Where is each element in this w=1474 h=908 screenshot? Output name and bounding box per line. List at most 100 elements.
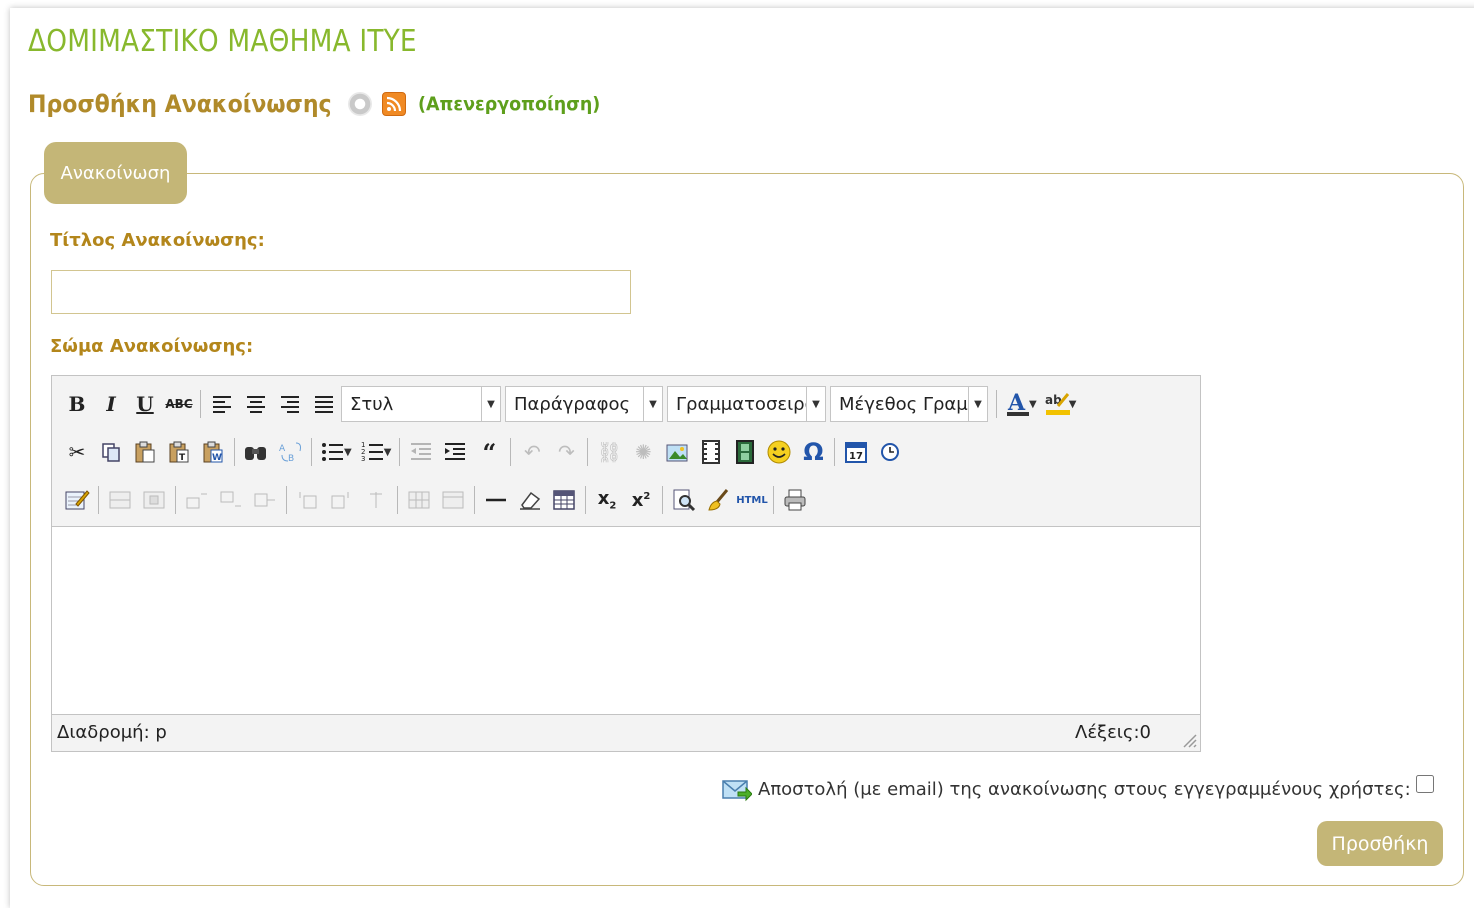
email-notify-label: Αποστολή (με email) της ανακοίνωσης στου… <box>758 778 1411 800</box>
format-select-value: Παράγραφος <box>514 393 631 415</box>
svg-text:A: A <box>279 444 286 454</box>
insert-time-icon[interactable] <box>873 436 907 468</box>
outdent-icon[interactable] <box>404 436 438 468</box>
title-input[interactable] <box>51 270 631 314</box>
align-center-icon[interactable] <box>239 388 273 420</box>
insert-date-icon[interactable]: 17 <box>839 436 873 468</box>
emoticon-icon[interactable] <box>762 436 796 468</box>
undo-icon[interactable]: ↶ <box>515 436 549 468</box>
insert-row-after-icon[interactable] <box>214 484 248 516</box>
chevron-down-icon: ▼ <box>643 387 662 421</box>
align-left-icon[interactable] <box>205 388 239 420</box>
chevron-down-icon: ▼ <box>481 387 500 421</box>
resize-grip-icon[interactable] <box>1180 731 1198 749</box>
toolbar-separator <box>98 486 99 514</box>
send-email-icon <box>722 780 752 802</box>
toolbar-separator <box>773 486 774 514</box>
paste-icon[interactable] <box>128 436 162 468</box>
link-icon[interactable]: ⛓ <box>592 436 626 468</box>
subscript-icon[interactable]: x2 <box>590 484 624 516</box>
course-title: ΔΟΜΙΜΑΣΤΙΚΟ ΜΑΘΗΜΑ ΙΤΥΕ <box>28 24 417 59</box>
toolbar-row-3: x2 x2 HTML <box>60 480 812 520</box>
email-notify-row: Αποστολή (με email) της ανακοίνωσης στου… <box>722 776 1411 802</box>
underline-icon[interactable]: U <box>128 388 162 420</box>
merge-cells-icon[interactable] <box>436 484 470 516</box>
chevron-down-icon[interactable]: ▼ <box>384 447 392 458</box>
media-icon[interactable] <box>694 436 728 468</box>
insert-table-icon[interactable] <box>547 484 581 516</box>
toolbar-separator <box>175 486 176 514</box>
toolbar-separator <box>662 486 663 514</box>
format-select[interactable]: Παράγραφος ▼ <box>505 386 663 422</box>
editor-word-count: Λέξεις:0 <box>1075 722 1151 743</box>
cut-icon[interactable]: ✂ <box>60 436 94 468</box>
body-label: Σώμα Ανακοίνωσης: <box>50 336 254 357</box>
chevron-down-icon[interactable]: ▼ <box>1029 399 1037 410</box>
toolbar-separator <box>834 438 836 466</box>
chevron-down-icon: ▼ <box>968 387 987 421</box>
replace-icon[interactable]: AB <box>273 436 307 468</box>
find-icon[interactable] <box>239 436 273 468</box>
special-character-icon[interactable]: Ω <box>796 436 830 468</box>
insert-col-after-icon[interactable] <box>325 484 359 516</box>
split-cells-icon[interactable] <box>402 484 436 516</box>
superscript-icon[interactable]: x2 <box>624 484 658 516</box>
align-right-icon[interactable] <box>273 388 307 420</box>
add-announcement-button[interactable]: Προσθήκη <box>1317 821 1443 866</box>
page-title: Προσθήκη Ανακοίνωσης <box>28 90 332 118</box>
toolbar-separator <box>587 438 589 466</box>
paste-text-icon[interactable]: T <box>162 436 196 468</box>
toolbar-row-1: B I U ABC Στυλ ▼ Παράγραφος ▼ Γραμματοσε… <box>60 384 1080 424</box>
font-size-select-value: Μέγεθος Γραμματοσειράς <box>839 393 968 415</box>
copy-icon[interactable] <box>94 436 128 468</box>
eraser-icon[interactable] <box>513 484 547 516</box>
preview-icon[interactable] <box>667 484 701 516</box>
delete-row-icon[interactable] <box>248 484 282 516</box>
toolbar-separator <box>311 438 312 466</box>
toolbar-separator <box>286 486 287 514</box>
toolbar-row-2: ✂ T W AB ▼ 123 ▼ “ ↶ ↷ ⛓ ✺ Ω 17 <box>60 432 907 472</box>
chevron-down-icon[interactable]: ▼ <box>344 447 352 458</box>
help-icon[interactable] <box>348 92 373 116</box>
editor-content-area[interactable] <box>52 526 1200 715</box>
insert-row-before-icon[interactable] <box>180 484 214 516</box>
table-cell-props-icon[interactable] <box>137 484 171 516</box>
style-select[interactable]: Στυλ ▼ <box>341 386 501 422</box>
style-select-value: Στυλ <box>350 393 394 415</box>
align-justify-icon[interactable] <box>307 388 341 420</box>
indent-icon[interactable] <box>438 436 472 468</box>
font-size-select[interactable]: Μέγεθος Γραμματοσειράς ▼ <box>830 386 988 422</box>
html-source-icon[interactable]: HTML <box>735 484 769 516</box>
delete-col-icon[interactable] <box>359 484 393 516</box>
unlink-icon[interactable]: ✺ <box>626 436 660 468</box>
cleanup-icon[interactable] <box>701 484 735 516</box>
italic-icon[interactable]: I <box>94 388 128 420</box>
table-row-props-icon[interactable] <box>103 484 137 516</box>
deactivate-rss-link[interactable]: (Απενεργοποίηση) <box>418 93 600 115</box>
image-icon[interactable] <box>660 436 694 468</box>
chevron-down-icon[interactable]: ▼ <box>1069 399 1077 410</box>
toolbar-separator <box>399 438 401 466</box>
title-label: Τίτλος Ανακοίνωσης: <box>50 230 265 251</box>
toolbar-separator <box>200 390 201 418</box>
insert-col-before-icon[interactable] <box>291 484 325 516</box>
strikethrough-icon[interactable]: ABC <box>162 388 196 420</box>
rich-text-editor: B I U ABC Στυλ ▼ Παράγραφος ▼ Γραμματοσε… <box>51 375 1201 752</box>
page-heading: Προσθήκη Ανακοίνωσης (Απενεργοποίηση) <box>28 90 616 118</box>
paste-word-icon[interactable]: W <box>196 436 230 468</box>
svg-text:17: 17 <box>849 451 863 462</box>
fieldset-legend: Ανακοίνωση <box>44 142 187 204</box>
editor-status-path: Διαδρομή: p <box>57 722 167 743</box>
horizontal-rule-icon[interactable] <box>479 484 513 516</box>
print-icon[interactable] <box>778 484 812 516</box>
toolbar-separator <box>474 486 475 514</box>
video-icon[interactable] <box>728 436 762 468</box>
svg-text:3: 3 <box>361 455 365 463</box>
bold-icon[interactable]: B <box>60 388 94 420</box>
rss-icon[interactable] <box>382 92 407 116</box>
blockquote-icon[interactable]: “ <box>472 436 506 468</box>
redo-icon[interactable]: ↷ <box>549 436 583 468</box>
font-family-select[interactable]: Γραμματοσειρά ▼ <box>667 386 826 422</box>
edit-form-icon[interactable] <box>60 484 94 516</box>
email-notify-checkbox[interactable] <box>1416 775 1434 793</box>
